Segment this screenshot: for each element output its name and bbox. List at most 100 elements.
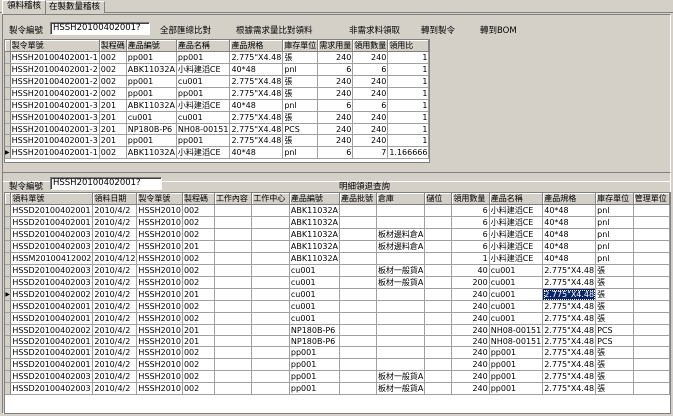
- table-cell[interactable]: 張: [282, 75, 319, 88]
- table-cell[interactable]: 小料建滔CE: [489, 240, 544, 253]
- table-cell[interactable]: 240: [451, 288, 490, 301]
- table-cell[interactable]: [251, 216, 290, 229]
- table-cell[interactable]: 2010/4/2: [92, 276, 138, 289]
- table-cell[interactable]: cu001: [289, 288, 341, 301]
- table-cell[interactable]: 1: [387, 87, 429, 100]
- column-header[interactable]: 庫存單位: [282, 40, 319, 52]
- table-row[interactable]: HSSD20100402001 2010/4/2 HSSH2010 201 NP180B…: [5, 335, 670, 347]
- table-cell[interactable]: 002: [182, 264, 215, 277]
- table-cell[interactable]: 2010/4/2: [92, 228, 138, 241]
- table-cell[interactable]: 201: [182, 288, 215, 301]
- table-cell[interactable]: [376, 252, 426, 265]
- table-cell[interactable]: 240: [451, 312, 490, 325]
- table-cell[interactable]: 240: [317, 87, 354, 100]
- table-cell[interactable]: 2.775"X4.48: [542, 358, 597, 371]
- table-cell[interactable]: [424, 300, 453, 313]
- tab-material-audit[interactable]: 領料稽核: [2, 0, 47, 14]
- table-cell[interactable]: [424, 312, 453, 325]
- column-header[interactable]: 領料單號: [10, 193, 94, 205]
- table-cell[interactable]: 2010/4/12: [92, 252, 138, 265]
- table-cell[interactable]: 240: [451, 346, 490, 359]
- table-cell[interactable]: 6: [352, 99, 389, 112]
- table-cell[interactable]: 201: [99, 123, 127, 135]
- table-cell[interactable]: 240: [352, 111, 389, 124]
- table-row[interactable]: HSSH20100402001-3 201 ABK11032A 小料建滔CE 40*48…: [5, 99, 429, 112]
- table-cell[interactable]: HSSH2010: [136, 240, 183, 253]
- table-cell[interactable]: 板材一般貨A: [376, 382, 426, 395]
- table-cell[interactable]: 小料建滔CE: [176, 63, 231, 76]
- table-cell[interactable]: HSSH2010: [136, 264, 183, 277]
- table-cell[interactable]: 2.775"X4.48: [229, 87, 284, 100]
- table-cell[interactable]: 1.166666: [387, 146, 429, 159]
- table-cell[interactable]: 40*48: [542, 252, 597, 265]
- table-cell[interactable]: [633, 204, 670, 217]
- table-cell[interactable]: 6: [317, 146, 354, 159]
- table-cell[interactable]: 1: [387, 75, 429, 88]
- table-cell[interactable]: pp001: [176, 87, 231, 100]
- table-cell[interactable]: 40: [451, 264, 490, 277]
- table-cell[interactable]: 張: [282, 111, 319, 124]
- table-cell[interactable]: pp001: [176, 134, 231, 147]
- table-row[interactable]: HSSD20100402003 2010/4/2 HSSH2010 002 cu001 板…: [5, 264, 670, 277]
- table-cell[interactable]: [424, 216, 453, 229]
- table-cell[interactable]: [251, 382, 290, 395]
- table-cell[interactable]: [376, 335, 426, 347]
- table-cell[interactable]: 2.775"X4.48: [542, 335, 597, 347]
- table-cell[interactable]: 2010/4/2: [92, 382, 138, 395]
- table-row[interactable]: HSSD20100402003 2010/4/2 HSSH2010 002 pp001 板…: [5, 382, 670, 395]
- table-cell[interactable]: [339, 346, 377, 359]
- table-cell[interactable]: 40*48: [229, 63, 284, 76]
- table-cell[interactable]: 2010/4/2: [92, 358, 138, 371]
- table-cell[interactable]: ABK11032A: [126, 99, 177, 112]
- table-cell[interactable]: HSSH2010: [136, 204, 183, 217]
- table-cell[interactable]: [251, 335, 290, 347]
- table-cell[interactable]: 6: [352, 63, 389, 76]
- table-cell[interactable]: HSSH2010: [136, 370, 183, 383]
- table-cell[interactable]: HSSH20100402001-2: [10, 87, 100, 100]
- table-cell[interactable]: [339, 335, 377, 347]
- table-cell[interactable]: 2.775"X4.48: [542, 346, 597, 359]
- table-cell[interactable]: HSSH2010: [136, 276, 183, 289]
- table-cell[interactable]: 240: [352, 51, 389, 64]
- table-cell[interactable]: pp001: [289, 358, 341, 371]
- table-cell[interactable]: [251, 312, 290, 325]
- table-cell[interactable]: HSSD20100402001: [10, 346, 94, 359]
- table-row[interactable]: HSSH20100402001-2 002 ABK11032A 小料建滔CE 40*48…: [5, 63, 429, 76]
- table-cell[interactable]: 2.775"X4.48: [542, 312, 597, 325]
- table-cell[interactable]: [214, 204, 253, 217]
- table-cell[interactable]: NP180B-P6: [289, 324, 341, 336]
- table-cell[interactable]: [339, 204, 377, 217]
- table-cell[interactable]: pp001: [289, 370, 341, 383]
- table-row[interactable]: HSSD20100402003 2010/4/2 HSSH2010 002 ABK110…: [5, 228, 670, 241]
- table-cell[interactable]: [376, 288, 426, 301]
- table-cell[interactable]: [339, 324, 377, 336]
- table-cell[interactable]: 40*48: [542, 240, 597, 253]
- table-cell[interactable]: [339, 358, 377, 371]
- table-cell[interactable]: [251, 358, 290, 371]
- table-cell[interactable]: 板材一般貨A: [376, 264, 426, 277]
- table-cell[interactable]: 2010/4/2: [92, 300, 138, 313]
- table-cell[interactable]: [214, 228, 253, 241]
- table-cell[interactable]: [339, 382, 377, 395]
- table-cell[interactable]: [633, 346, 670, 359]
- table-cell[interactable]: [424, 324, 453, 336]
- table-cell[interactable]: HSSD20100402001: [10, 335, 94, 347]
- table-cell[interactable]: 1: [387, 123, 429, 135]
- table-cell[interactable]: 張: [595, 382, 634, 395]
- table-row[interactable]: HSSD20100402001 2010/4/2 HSSH2010 002 ABK110…: [5, 216, 670, 229]
- table-cell[interactable]: NH08-00151: [176, 123, 231, 135]
- table-cell[interactable]: [251, 346, 290, 359]
- table-cell[interactable]: 2.775"X4.48: [542, 382, 597, 395]
- table-cell[interactable]: pp001: [489, 370, 544, 383]
- table-cell[interactable]: HSSD20100402003: [10, 276, 94, 289]
- table-cell[interactable]: pnl: [595, 240, 634, 253]
- table-cell[interactable]: 板材一般貨A: [376, 370, 426, 383]
- table-cell[interactable]: 張: [282, 51, 319, 64]
- table-cell[interactable]: 6: [451, 228, 490, 241]
- table-cell[interactable]: HSSH2010: [136, 252, 183, 265]
- column-header[interactable]: 庫存單位: [595, 193, 634, 205]
- tab-wip-audit[interactable]: 在製數量稽核: [44, 1, 106, 13]
- table-cell[interactable]: 小料建滔CE: [176, 99, 231, 112]
- table-row[interactable]: HSSH20100402001-1002ABK11032A小料建滔CE40*48…: [5, 146, 429, 159]
- table-cell[interactable]: pp001: [489, 382, 544, 395]
